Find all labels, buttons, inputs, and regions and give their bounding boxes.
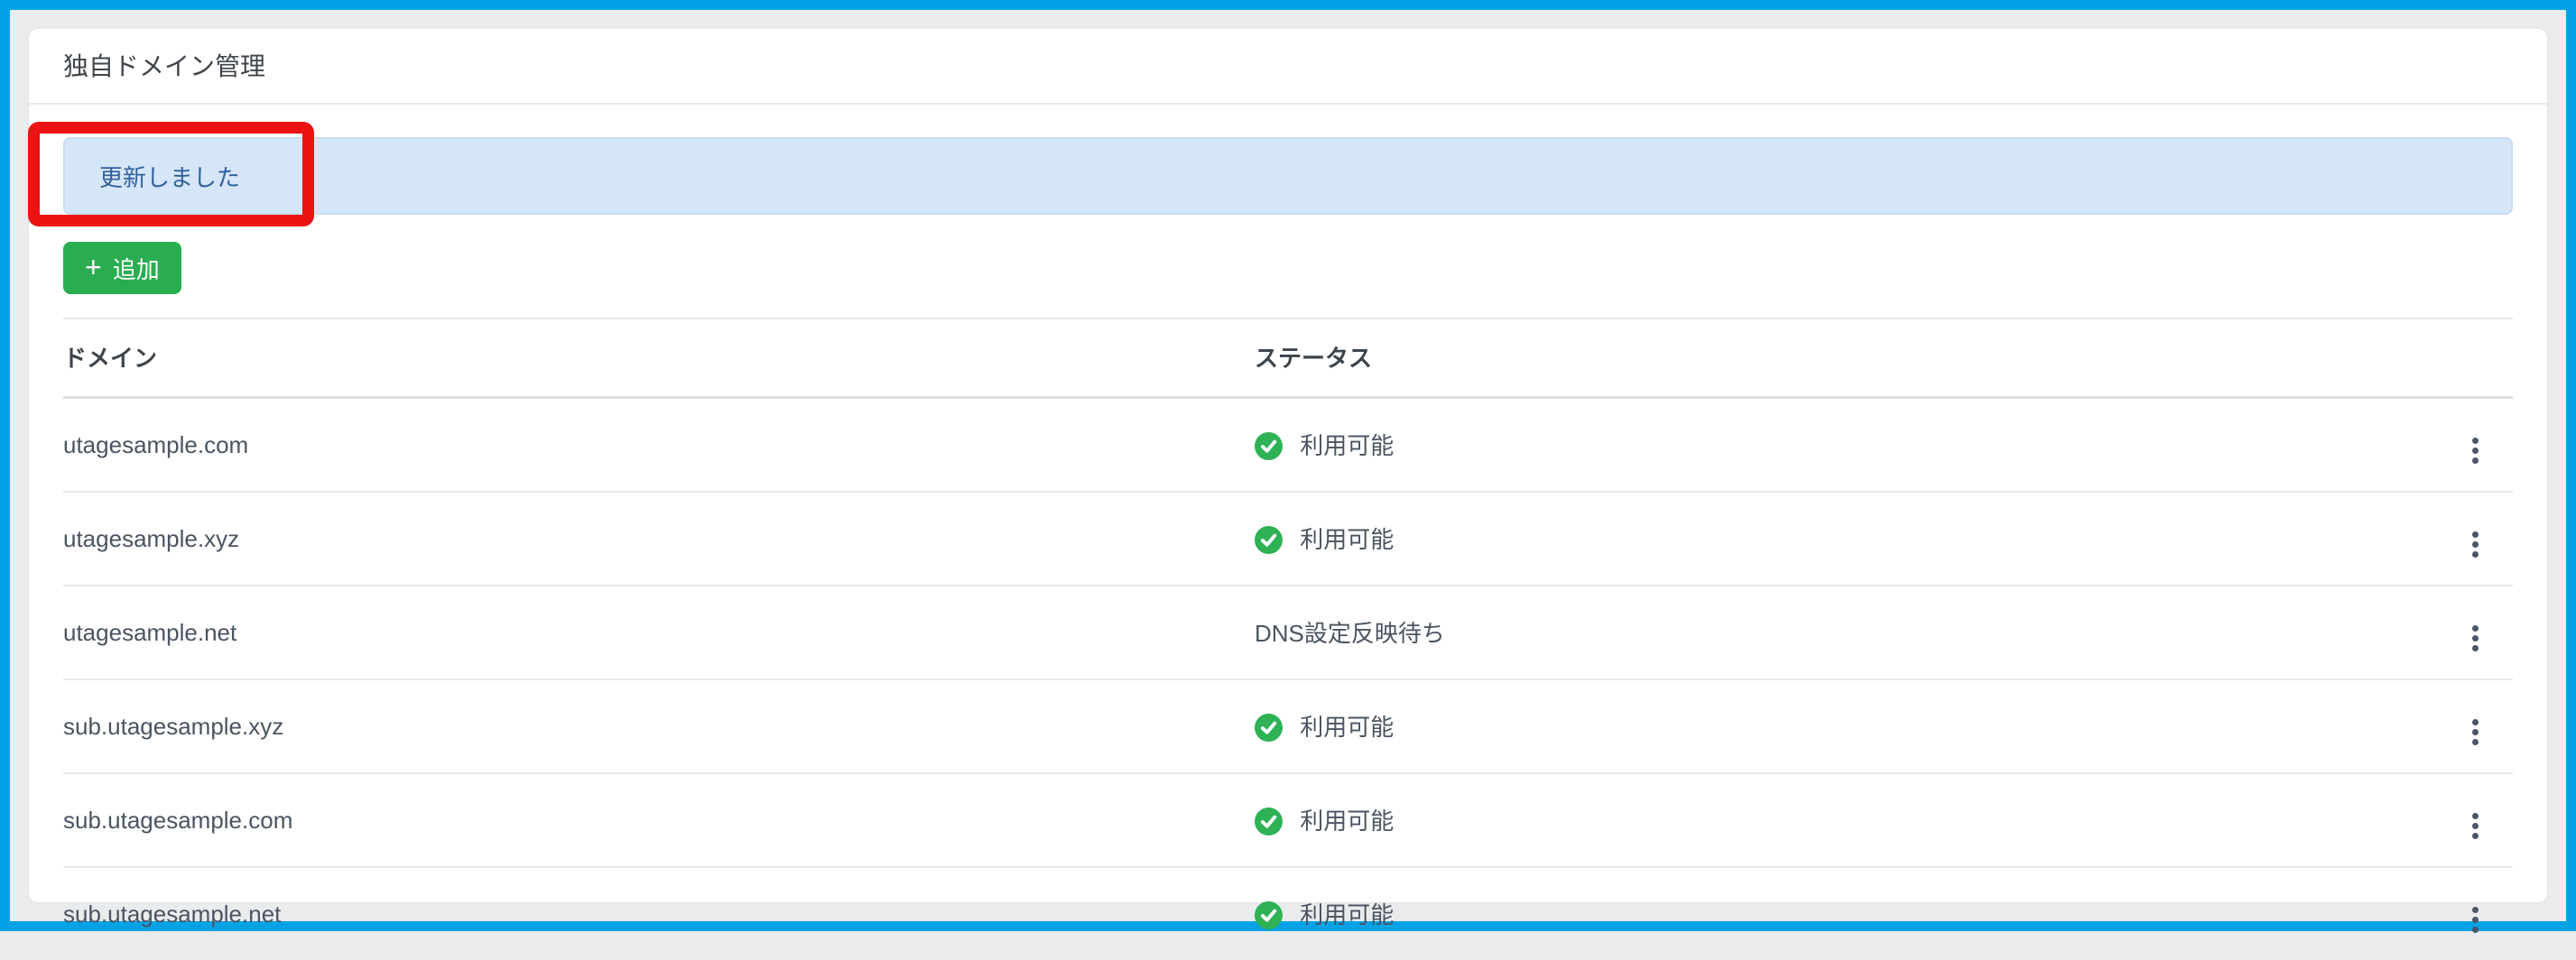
status-label: DNS設定反映待ち xyxy=(1255,620,1445,647)
actions-cell xyxy=(2432,492,2513,586)
status-cell: 利用可能 xyxy=(1255,679,2432,773)
row-menu-button[interactable] xyxy=(2465,432,2486,469)
table-row: sub.utagesample.xyz 利用可能 xyxy=(63,679,2513,773)
add-domain-button[interactable]: + 追加 xyxy=(63,242,181,294)
actions-cell xyxy=(2432,586,2513,679)
status-label: 利用可能 xyxy=(1300,901,1394,928)
actions-cell xyxy=(2432,679,2513,773)
domain-cell: utagesample.net xyxy=(63,586,1255,679)
check-circle-icon xyxy=(1255,901,1283,929)
status-cell: 利用可能 xyxy=(1255,492,2432,586)
status-label: 利用可能 xyxy=(1300,526,1394,553)
row-menu-button[interactable] xyxy=(2465,901,2486,938)
table-header-row: ドメイン ステータス xyxy=(63,318,2513,398)
column-header-status: ステータス xyxy=(1255,318,2432,398)
status-cell: 利用可能 xyxy=(1255,398,2432,493)
card-header: 独自ドメイン管理 xyxy=(29,29,2547,105)
check-circle-icon xyxy=(1255,432,1283,460)
status-label: 利用可能 xyxy=(1300,432,1394,459)
row-menu-button[interactable] xyxy=(2465,526,2486,563)
check-circle-icon xyxy=(1255,526,1283,554)
status-cell: DNS設定反映待ち xyxy=(1255,586,2432,679)
add-button-label: 追加 xyxy=(113,252,160,285)
table-row: sub.utagesample.net 利用可能 xyxy=(63,867,2513,960)
check-circle-icon xyxy=(1255,808,1283,835)
status-label: 利用可能 xyxy=(1300,714,1394,741)
table-row: utagesample.com 利用可能 xyxy=(63,398,2513,493)
actions-cell xyxy=(2432,398,2513,493)
domain-cell: sub.utagesample.com xyxy=(63,773,1255,867)
row-menu-button[interactable] xyxy=(2465,714,2486,751)
row-menu-button[interactable] xyxy=(2465,620,2486,657)
table-body: utagesample.com 利用可能 utagesample.xyz xyxy=(63,398,2513,960)
alert-message: 更新しました xyxy=(99,160,240,193)
actions-cell xyxy=(2432,773,2513,867)
page-title: 独自ドメイン管理 xyxy=(63,52,265,80)
domain-cell: utagesample.com xyxy=(63,398,1255,493)
actions-cell xyxy=(2432,867,2513,960)
column-header-domain: ドメイン xyxy=(63,318,1255,398)
check-circle-icon xyxy=(1255,714,1283,742)
domain-cell: utagesample.xyz xyxy=(63,492,1255,586)
table-row: utagesample.net DNS設定反映待ち xyxy=(63,586,2513,679)
table-row: sub.utagesample.com 利用可能 xyxy=(63,773,2513,867)
status-cell: 利用可能 xyxy=(1255,773,2432,867)
status-cell: 利用可能 xyxy=(1255,867,2432,960)
domain-cell: sub.utagesample.net xyxy=(63,867,1255,960)
update-success-alert: 更新しました xyxy=(63,137,2513,215)
plus-icon: + xyxy=(85,253,102,282)
domains-table: ドメイン ステータス utagesample.com 利用可能 utagesam… xyxy=(63,318,2513,960)
row-menu-button[interactable] xyxy=(2465,808,2486,845)
status-label: 利用可能 xyxy=(1300,808,1394,835)
domain-management-card: 独自ドメイン管理 更新しました + 追加 ドメイン ステータス utagesam… xyxy=(29,29,2547,902)
card-body: 更新しました + 追加 ドメイン ステータス utagesample.com xyxy=(29,105,2547,960)
page-background: { "page": { "title": "独自ドメイン管理" }, "aler… xyxy=(0,0,2576,931)
column-header-actions xyxy=(2432,318,2513,398)
domain-cell: sub.utagesample.xyz xyxy=(63,679,1255,773)
table-row: utagesample.xyz 利用可能 xyxy=(63,492,2513,586)
